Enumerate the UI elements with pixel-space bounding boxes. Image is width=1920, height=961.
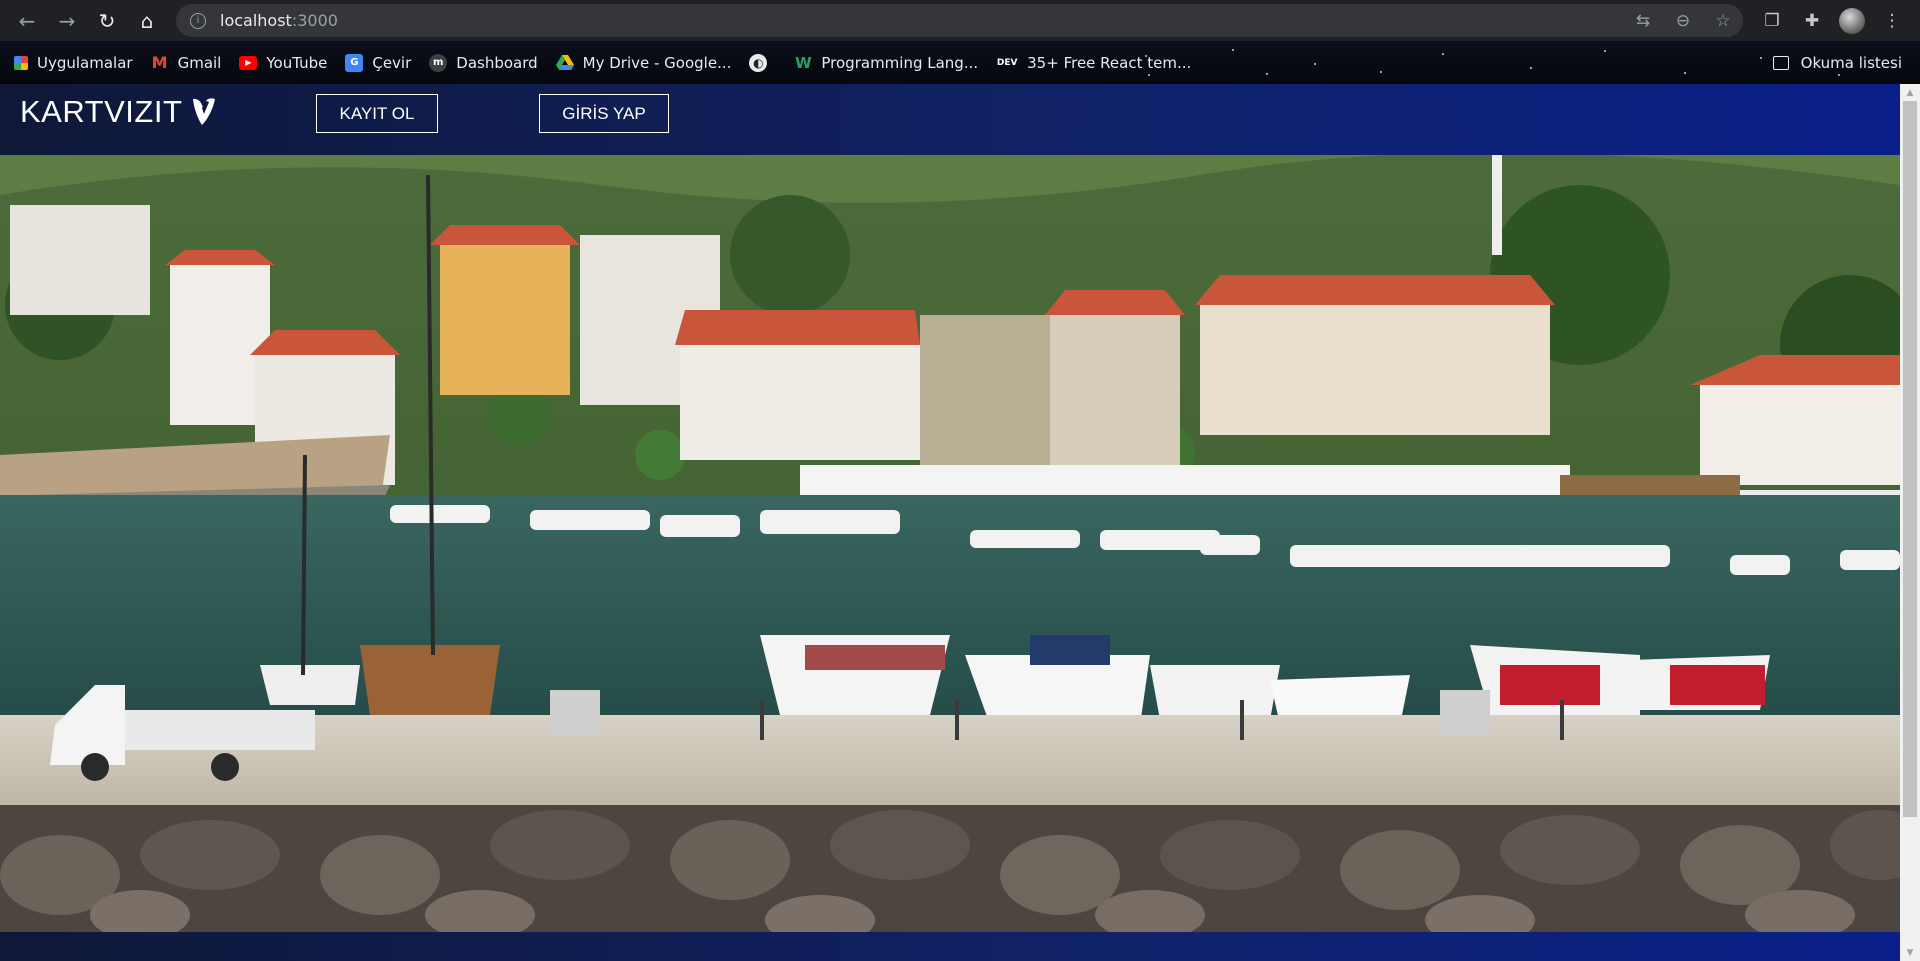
forward-icon[interactable]: → [47, 1, 87, 41]
bookmark-star-icon[interactable]: ☆ [1703, 11, 1743, 31]
bookmark-label: My Drive - Google... [582, 53, 732, 72]
harbor-scene [0, 155, 1900, 932]
omnibox-actions: ⇆ ⊖ ☆ [1623, 4, 1743, 37]
url-text[interactable]: localhost:3000 [220, 11, 338, 30]
bookmark-youtube[interactable]: ▶ YouTube [239, 54, 327, 72]
menu-kebab-icon[interactable]: ⋮ [1872, 11, 1912, 31]
bookmark-my-drive[interactable]: My Drive - Google... [555, 53, 732, 72]
bookmark-gmail[interactable]: M Gmail [151, 53, 222, 72]
bookmark-label: 35+ Free React tem... [1027, 53, 1192, 72]
bookmark-cevir[interactable]: G Çevir [345, 53, 412, 72]
zoom-icon[interactable]: ⊖ [1663, 11, 1703, 31]
bookmark-label: Uygulamalar [37, 53, 133, 72]
login-button[interactable]: GİRİS YAP [539, 94, 669, 133]
extensions-area: ❐ ✚ ⋮ [1752, 0, 1912, 41]
google-translate-icon: G [345, 53, 364, 72]
register-button[interactable]: KAYIT OL [316, 94, 438, 133]
google-drive-icon [555, 54, 574, 72]
browser-toolbar: ← → ↻ ⌂ i localhost:3000 ⇆ ⊖ ☆ ❐ ✚ ⋮ [0, 0, 1920, 41]
gmail-icon: M [151, 53, 168, 72]
bookmark-programming-lang[interactable]: W Programming Lang... [794, 54, 978, 72]
apps-grid-icon [14, 55, 28, 70]
bookmark-label: Programming Lang... [821, 53, 979, 72]
bookmark-dashboard[interactable]: m Dashboard [429, 53, 538, 72]
bookmark-react-templates[interactable]: DEV 35+ Free React tem... [996, 54, 1191, 72]
bookmark-label: YouTube [266, 53, 328, 72]
tab-search-icon[interactable]: ❐ [1752, 11, 1792, 31]
site-info-icon[interactable]: i [190, 12, 206, 29]
reading-list-label: Okuma listesi [1800, 53, 1902, 72]
reload-icon[interactable]: ↻ [87, 1, 127, 41]
bookmark-uygulamalar[interactable]: Uygulamalar [14, 54, 133, 72]
globe-icon: ◐ [749, 53, 768, 72]
back-icon[interactable]: ← [7, 1, 47, 41]
site-footer-bar [0, 932, 1900, 961]
bookmarks-bar: Uygulamalar M Gmail ▶ YouTube G Çevir m … [0, 41, 1920, 84]
page-scrollbar[interactable]: ▲ ▼ [1900, 84, 1920, 961]
shield-logo-icon [193, 98, 216, 125]
bookmark-label: Dashboard [456, 53, 538, 72]
translate-icon[interactable]: ⇆ [1623, 11, 1663, 31]
w-icon: W [795, 53, 812, 72]
profile-avatar[interactable] [1839, 7, 1865, 34]
site-header: KARTVIZIT KAYIT OL GİRİS YAP [0, 84, 1900, 155]
extensions-puzzle-icon[interactable]: ✚ [1792, 11, 1832, 31]
hero-harbor-image [0, 155, 1900, 932]
bookmark-label: Çevir [372, 53, 412, 72]
page-viewport: KARTVIZIT KAYIT OL GİRİS YAP ▲ ▼ [0, 84, 1920, 961]
brand[interactable]: KARTVIZIT [20, 94, 218, 130]
youtube-icon: ▶ [239, 55, 258, 70]
bookmark-globe[interactable]: ◐ [749, 53, 776, 72]
dev-icon: DEV [996, 57, 1018, 68]
scrollbar-thumb[interactable] [1903, 101, 1917, 817]
scroll-down-icon[interactable]: ▼ [1900, 944, 1920, 961]
dashboard-icon: m [429, 53, 448, 72]
reading-list-icon [1772, 55, 1789, 70]
reading-list[interactable]: Okuma listesi [1772, 41, 1902, 84]
breakwater-rocks [0, 805, 1900, 932]
bookmark-label: Gmail [177, 53, 222, 72]
home-icon[interactable]: ⌂ [127, 1, 167, 41]
scroll-up-icon[interactable]: ▲ [1900, 84, 1920, 101]
address-bar[interactable]: i localhost:3000 ⇆ ⊖ ☆ [176, 4, 1743, 37]
brand-name: KARTVIZIT [20, 94, 183, 129]
